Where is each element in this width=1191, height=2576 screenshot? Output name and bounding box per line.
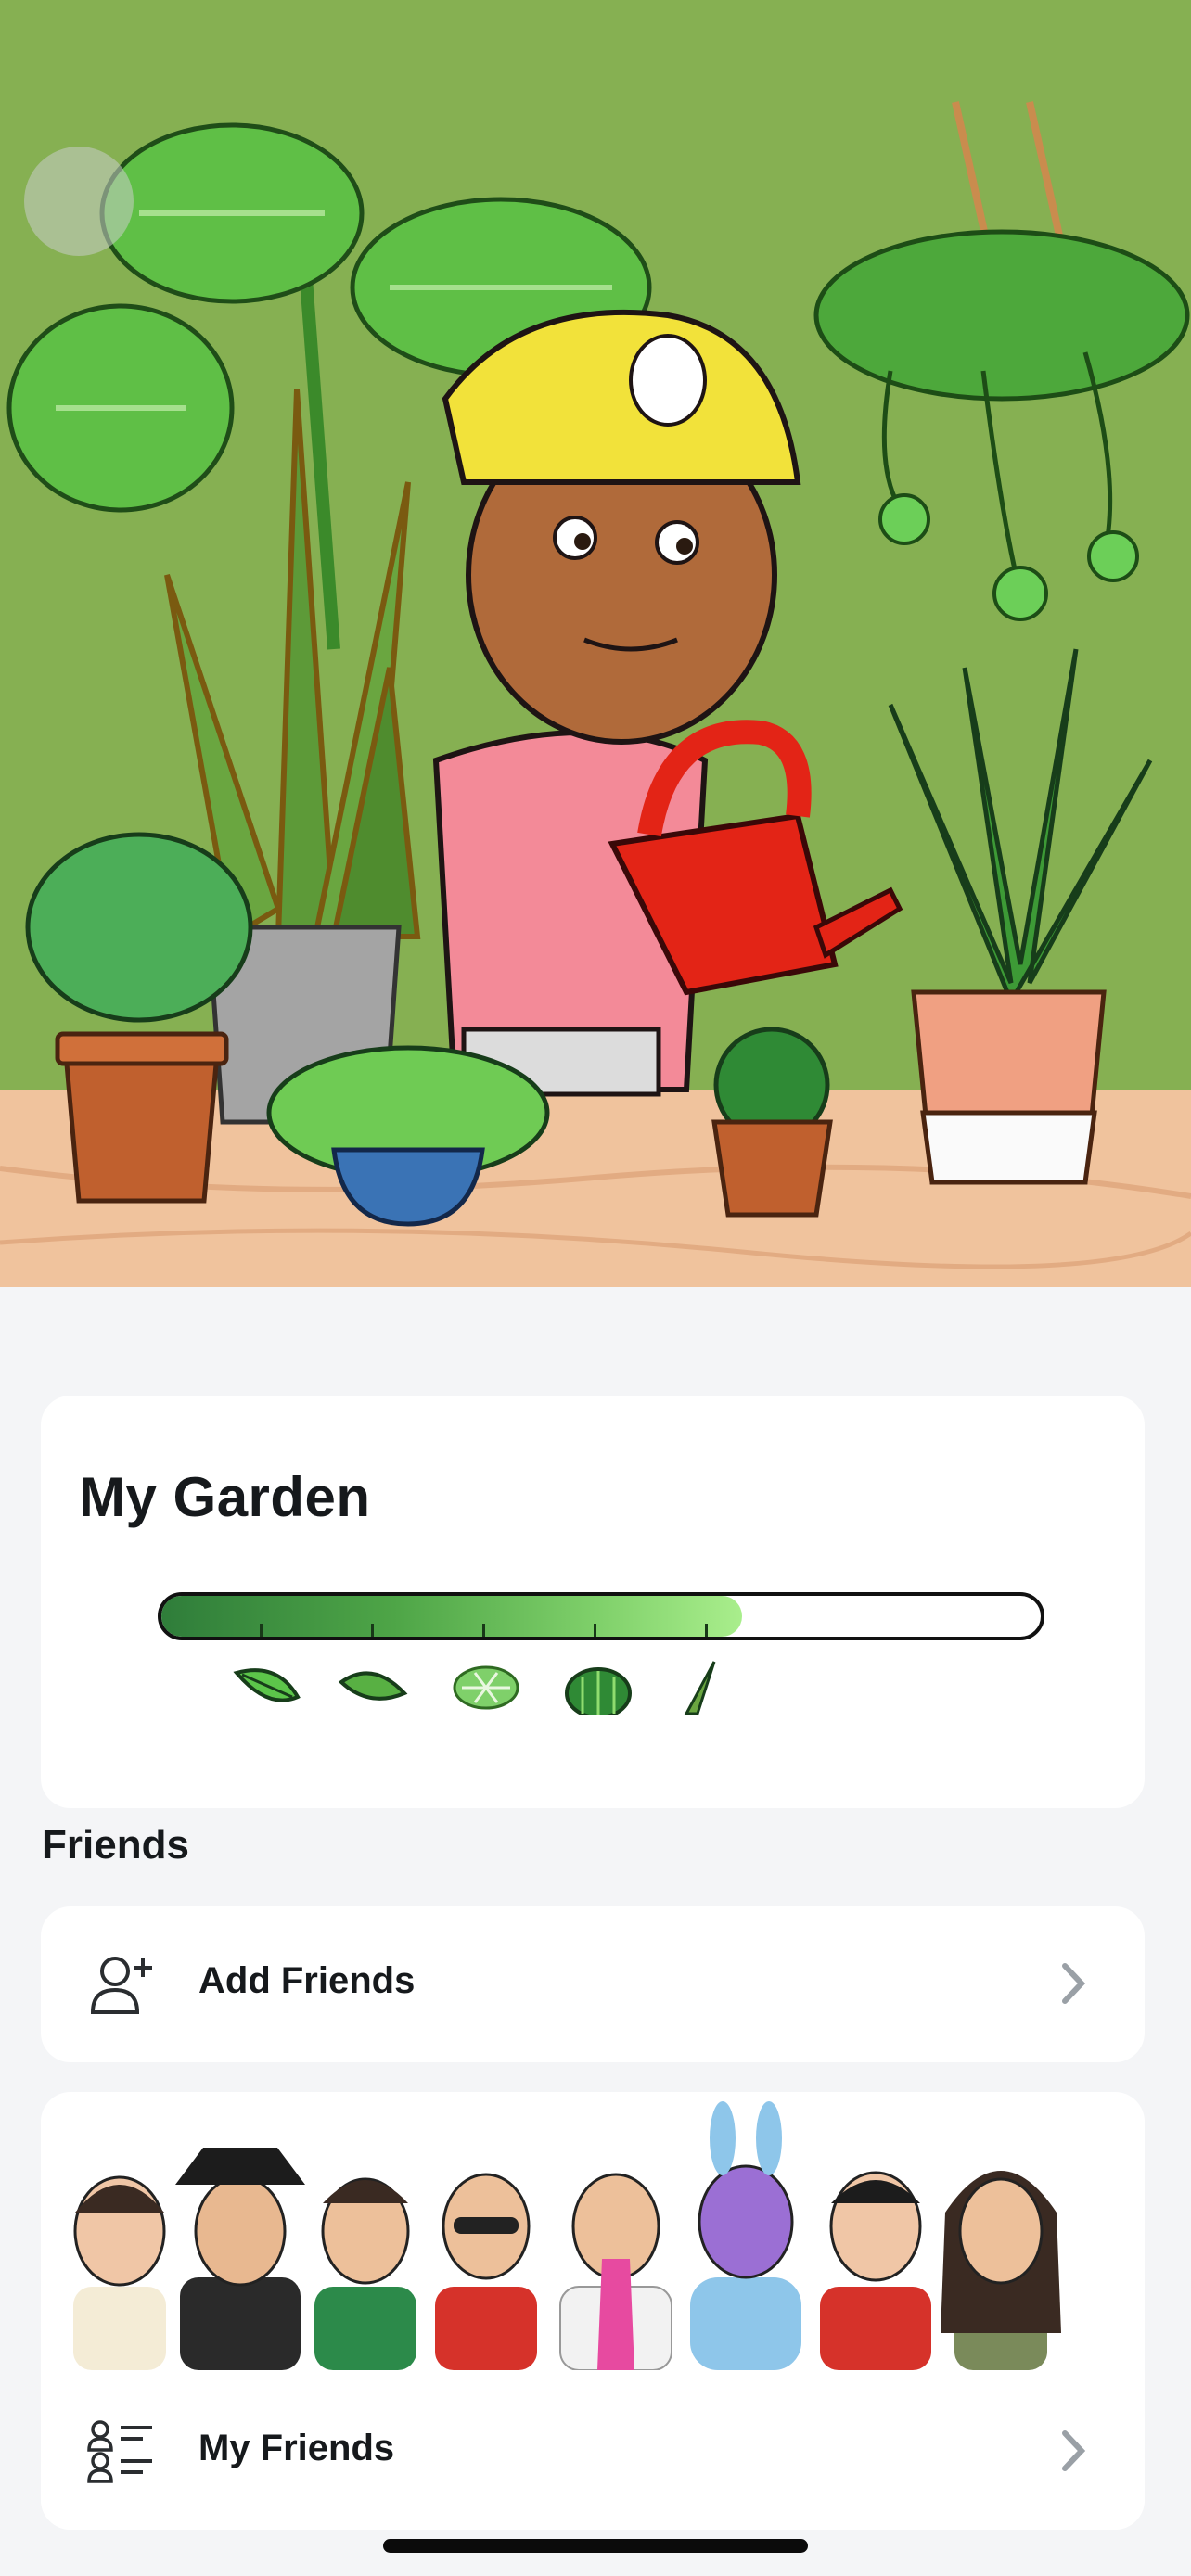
leaf-icon (233, 1668, 301, 1702)
friends-avatars (73, 2101, 1061, 2370)
garden-scene (0, 0, 1191, 1287)
garden-card: My Garden (41, 1396, 1145, 1808)
friend-avatar (175, 2148, 305, 2370)
my-friends-card[interactable]: My Friends (41, 2092, 1145, 2530)
monstera-icon (453, 1665, 519, 1710)
add-friend-icon (90, 1957, 152, 2014)
progress-tick (482, 1624, 485, 1637)
friend-avatar (820, 2171, 931, 2370)
snake-plant-icon (684, 1661, 716, 1715)
friends-list-icon (87, 2420, 152, 2483)
friend-avatar (435, 2173, 537, 2370)
garden-title: My Garden (79, 1466, 371, 1528)
leaf-outline-icon (338, 1671, 408, 1701)
friend-avatar (941, 2171, 1061, 2370)
progress-tick (260, 1624, 263, 1637)
garden-progress-bar (158, 1592, 1044, 1640)
garden-progress-fill (161, 1596, 742, 1637)
my-friends-label: My Friends (198, 2428, 395, 2468)
progress-tick (705, 1624, 708, 1637)
cactus-icon (565, 1667, 632, 1715)
friend-avatar (559, 2173, 672, 2370)
friend-avatar (314, 2177, 416, 2370)
add-friends-row[interactable]: Add Friends (41, 1906, 1145, 2062)
chevron-right-icon (1062, 1963, 1086, 2004)
cactus-plant (711, 1027, 833, 1218)
friend-avatar (73, 2175, 166, 2370)
progress-tick (594, 1624, 596, 1637)
friend-avatar (690, 2101, 801, 2370)
hero-illustration (0, 0, 1191, 1287)
chevron-right-icon (1062, 2430, 1086, 2471)
friends-heading: Friends (42, 1822, 189, 1868)
add-friends-label: Add Friends (198, 1960, 416, 2001)
my-friends-row[interactable]: My Friends (41, 2374, 1145, 2530)
home-indicator (383, 2539, 808, 2553)
back-button[interactable] (24, 147, 134, 256)
progress-tick (371, 1624, 374, 1637)
